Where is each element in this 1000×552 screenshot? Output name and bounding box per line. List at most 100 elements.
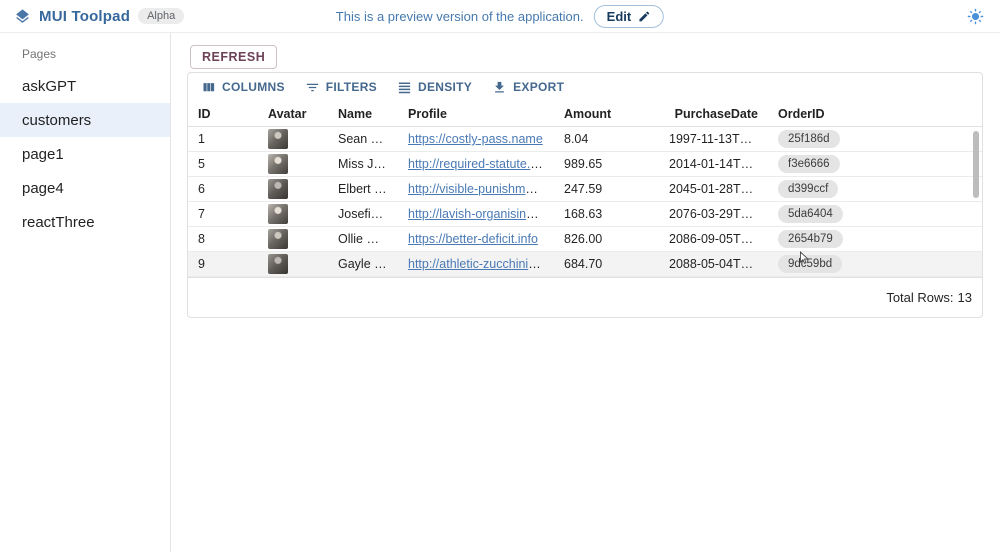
avatar-image (268, 254, 288, 274)
preview-message: This is a preview version of the applica… (336, 9, 584, 24)
theme-toggle-button[interactable] (965, 6, 986, 27)
column-header-profile[interactable]: Profile (398, 107, 554, 121)
grid-toolbar-filters-button[interactable]: FILTERS (296, 78, 386, 97)
sidebar-nav: askGPTcustomerspage1page4reactThree (0, 69, 170, 239)
refresh-button[interactable]: REFRESH (190, 45, 277, 69)
cell-order-id: d399ccf (768, 180, 888, 199)
cell-profile: http://visible-punishment.net (398, 182, 554, 196)
cell-amount: 247.59 (554, 182, 659, 196)
app-header: MUI Toolpad Alpha This is a preview vers… (0, 0, 1000, 33)
cell-purchase-date: 2045-01-28T15:40:06.325Z (659, 182, 768, 196)
cell-avatar (258, 179, 328, 199)
grid-toolbar-density-button[interactable]: DENSITY (388, 78, 481, 97)
avatar-image (268, 229, 288, 249)
sidebar-item-page4[interactable]: page4 (0, 171, 170, 205)
grid-toolbar-columns-button[interactable]: COLUMNS (192, 78, 294, 97)
cell-avatar (258, 229, 328, 249)
cell-purchase-date: 2086-09-05T12:37:27.015Z (659, 232, 768, 246)
sidebar: Pages askGPTcustomerspage1page4reactThre… (0, 33, 171, 552)
order-id-chip: 25f186d (778, 130, 840, 149)
column-header-order[interactable]: OrderID (768, 107, 888, 121)
cell-amount: 8.04 (554, 132, 659, 146)
column-header-avatar[interactable]: Avatar (258, 107, 328, 121)
cell-avatar (258, 129, 328, 149)
brand: MUI Toolpad Alpha (14, 8, 184, 25)
cell-name: Sean Harris (328, 132, 398, 146)
cell-id: 8 (188, 232, 258, 246)
cell-name: Gayle Den… (328, 257, 398, 271)
sidebar-item-page1[interactable]: page1 (0, 137, 170, 171)
cell-order-id: f3e6666 (768, 155, 888, 174)
cell-name: Josefina P… (328, 207, 398, 221)
grid-rows: 1 Sean Harris https://costly-pass.name 8.04… (188, 127, 982, 277)
cell-amount: 168.63 (554, 207, 659, 221)
profile-link[interactable]: http://athletic-zucchini.org (408, 257, 550, 271)
cell-amount: 989.65 (554, 157, 659, 171)
grid-toolbar-filters-label: FILTERS (326, 80, 377, 94)
avatar-image (268, 204, 288, 224)
profile-link[interactable]: https://costly-pass.name (408, 132, 543, 146)
cell-profile: http://lavish-organising.name (398, 207, 554, 221)
cell-avatar (258, 154, 328, 174)
cell-avatar (258, 254, 328, 274)
table-row[interactable]: 5Miss Juan …http://required-statute.org9… (188, 152, 982, 177)
column-header-amount[interactable]: Amount (554, 107, 659, 121)
table-row[interactable]: 1 Sean Harris https://costly-pass.name 8.04… (188, 127, 982, 152)
grid-toolbar-export-label: EXPORT (513, 80, 564, 94)
app-title: MUI Toolpad (39, 8, 130, 25)
order-id-chip: 2654b79 (778, 230, 843, 249)
column-header-id[interactable]: ID (188, 107, 258, 121)
grid-toolbar-density-label: DENSITY (418, 80, 472, 94)
profile-link[interactable]: http://lavish-organising.name (408, 207, 554, 221)
cell-id: 7 (188, 207, 258, 221)
profile-link[interactable]: https://better-deficit.info (408, 232, 538, 246)
edit-button[interactable]: Edit (594, 5, 665, 28)
grid-header-row: IDAvatarNameProfileAmountPurchaseDateOrd… (188, 101, 982, 127)
density-lines-icon (397, 80, 412, 95)
data-grid: COLUMNS FILTERS DENSITY EXPORT IDAvatarName… (187, 72, 983, 318)
cell-order-id: 9dc59bd (768, 255, 888, 274)
sidebar-item-customers[interactable]: customers (0, 103, 170, 137)
column-header-name[interactable]: Name (328, 107, 398, 121)
avatar-image (268, 154, 288, 174)
vertical-scrollbar-thumb[interactable] (973, 131, 979, 198)
cell-profile: https://better-deficit.info (398, 232, 554, 246)
cell-purchase-date: 2076-03-29T23:51:07.968Z (659, 207, 768, 221)
sidebar-section-label: Pages (0, 33, 170, 69)
table-row[interactable]: 6 Elbert McL… http://visible-punishment.ne… (188, 177, 982, 202)
sidebar-item-reactThree[interactable]: reactThree (0, 205, 170, 239)
grid-footer: Total Rows: 13 (188, 277, 982, 317)
column-header-date[interactable]: PurchaseDate (659, 107, 768, 121)
edit-button-label: Edit (607, 9, 632, 24)
cell-name: Elbert McL… (328, 182, 398, 196)
cell-id: 5 (188, 157, 258, 171)
grid-toolbar: COLUMNS FILTERS DENSITY EXPORT (188, 73, 982, 101)
grid-toolbar-export-button[interactable]: EXPORT (483, 78, 573, 97)
cell-amount: 684.70 (554, 257, 659, 271)
avatar-image (268, 129, 288, 149)
version-badge: Alpha (138, 8, 184, 24)
profile-link[interactable]: http://required-statute.org (408, 157, 548, 171)
total-rows-value: 13 (958, 290, 972, 305)
table-row[interactable]: 8 Ollie Green… https://better-deficit.info… (188, 227, 982, 252)
table-row[interactable]: 9Gayle Den…http://athletic-zucchini.org6… (188, 252, 982, 277)
order-id-chip: f3e6666 (778, 155, 840, 174)
cell-name: Ollie Green… (328, 232, 398, 246)
cell-amount: 826.00 (554, 232, 659, 246)
profile-link[interactable]: http://visible-punishment.net (408, 182, 554, 196)
order-id-chip: 5da6404 (778, 205, 843, 224)
export-download-icon (492, 80, 507, 95)
toolpad-logo-icon (14, 8, 31, 25)
cell-profile: http://athletic-zucchini.org (398, 257, 554, 271)
cell-order-id: 25f186d (768, 130, 888, 149)
cell-order-id: 5da6404 (768, 205, 888, 224)
cell-id: 1 (188, 132, 258, 146)
table-row[interactable]: 7 Josefina P… http://lavish-organising.nam… (188, 202, 982, 227)
total-rows-label: Total Rows: (886, 290, 953, 305)
cell-profile: http://required-statute.org (398, 157, 554, 171)
grid-toolbar-columns-label: COLUMNS (222, 80, 285, 94)
filter-list-icon (305, 80, 320, 95)
cell-id: 6 (188, 182, 258, 196)
sidebar-item-askGPT[interactable]: askGPT (0, 69, 170, 103)
edit-pencil-icon (638, 10, 651, 23)
